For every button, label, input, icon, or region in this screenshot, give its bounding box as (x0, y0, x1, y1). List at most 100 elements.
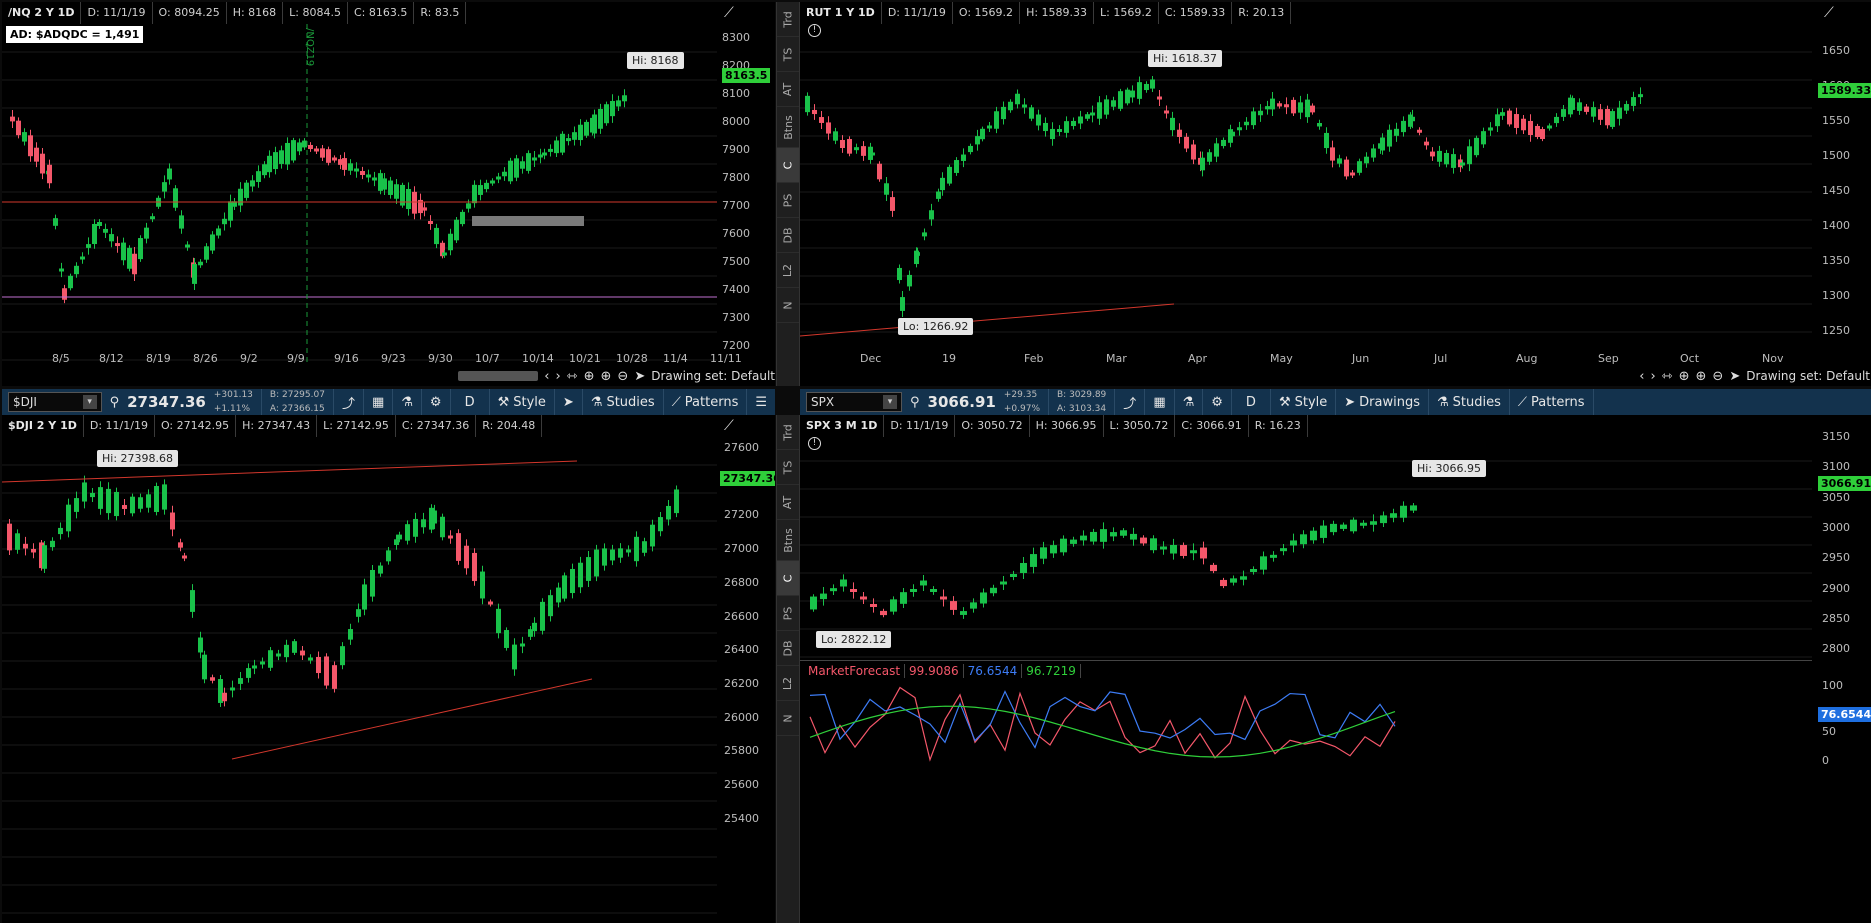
period-button[interactable]: D (451, 389, 490, 415)
tab-db[interactable]: DB (777, 631, 799, 666)
drawings-button[interactable]: ➤ Drawings (1336, 389, 1429, 415)
spx-symbol-input[interactable]: SPX ▾ (806, 392, 902, 412)
candle-body (812, 109, 817, 115)
candle-body (642, 541, 647, 553)
patterns-button[interactable]: ⟋ Patterns (1510, 389, 1594, 415)
candle-body (1097, 102, 1102, 119)
period-button[interactable]: D (1232, 389, 1271, 415)
candle-body (940, 596, 947, 600)
rut-chart-panel[interactable]: RUT 1 Y 1D D: 11/1/19 O: 1569.2 H: 1589.… (800, 2, 1871, 386)
gear-icon[interactable]: ⚙ (422, 389, 451, 415)
tab-n[interactable]: N (777, 288, 799, 323)
nq-chart-style-icon[interactable]: ⟋ (724, 5, 734, 21)
tab-btns[interactable]: Btns (777, 520, 799, 561)
link-icon[interactable]: ⚲ (902, 389, 928, 415)
tab-ts[interactable]: TS (777, 450, 799, 485)
zoom-out-icon[interactable]: ⊖ (617, 369, 628, 384)
rut-price-chart[interactable] (800, 24, 1812, 349)
crosshair-icon[interactable]: ⊕ (584, 369, 595, 384)
nq-scrollbar-thumb[interactable] (458, 371, 539, 381)
tab-l2[interactable]: L2 (777, 666, 799, 701)
nq-drawing-set[interactable]: Drawing set: Default (651, 369, 775, 383)
menu-icon[interactable]: ☰ (747, 389, 775, 415)
nq-side-tabs: Trd TS AT Btns C PS DB L2 N (776, 2, 800, 386)
tab-at[interactable]: AT (777, 485, 799, 520)
link-icon[interactable]: ⚲ (102, 389, 128, 415)
dji-chart-panel[interactable]: $DJI 2 Y 1D D: 11/1/19 O: 27142.95 H: 27… (2, 415, 775, 923)
expand-icon[interactable]: ⇿ (567, 369, 578, 384)
candle-body (47, 164, 52, 184)
dji-symbol-input[interactable]: $DJI ▾ (8, 392, 102, 412)
scroll-left-icon[interactable]: ‹ (1639, 369, 1644, 384)
style-button[interactable]: ⚒ Style (490, 389, 555, 415)
tab-btns[interactable]: Btns (777, 107, 799, 148)
market-forecast-chart[interactable] (800, 681, 1812, 767)
studies-button[interactable]: ⚗ Studies (583, 389, 664, 415)
zoom-out-icon[interactable]: ⊖ (1712, 369, 1723, 384)
candle-body (1528, 120, 1533, 136)
candle-body (1071, 120, 1076, 127)
flask-icon[interactable]: ⚗ (1175, 389, 1204, 415)
scroll-right-icon[interactable]: › (1651, 369, 1656, 384)
tab-n[interactable]: N (777, 701, 799, 736)
candle-body (598, 108, 603, 129)
rut-drawing-set[interactable]: Drawing set: Default (1746, 369, 1870, 383)
share-icon[interactable]: ⤴ (1115, 389, 1146, 415)
gear-icon[interactable]: ⚙ (1203, 389, 1232, 415)
candle-body (1036, 114, 1041, 126)
price-axis-tick: 26600 (724, 609, 759, 623)
candle-body (634, 536, 639, 562)
dji-price-chart[interactable] (2, 437, 717, 923)
scroll-right-icon[interactable]: › (556, 369, 561, 384)
tab-l2[interactable]: L2 (777, 253, 799, 288)
chevron-down-icon[interactable]: ▾ (883, 395, 897, 409)
crosshair-icon[interactable]: ⊕ (1679, 369, 1690, 384)
candle-body (1118, 91, 1123, 109)
tab-c[interactable]: C (777, 561, 799, 596)
flask-icon[interactable]: ⚗ (393, 389, 422, 415)
study-name: MarketForecast (804, 664, 906, 678)
tab-trd[interactable]: Trd (777, 2, 799, 37)
nq-chart-panel[interactable]: /NQ 2 Y 1D D: 11/1/19 O: 8094.25 H: 8168… (2, 2, 775, 386)
studies-button[interactable]: ⚗ Studies (1429, 389, 1510, 415)
spx-change-block: +29.35 +0.97% (996, 389, 1049, 415)
tab-db[interactable]: DB (777, 218, 799, 253)
chevron-down-icon[interactable]: ▾ (82, 395, 97, 409)
tab-at[interactable]: AT (777, 72, 799, 107)
spx-chart-panel[interactable]: SPX 3 M 1D D: 11/1/19 O: 3050.72 H: 3066… (800, 415, 1871, 923)
patterns-button[interactable]: ⟋ Patterns (664, 389, 748, 415)
pointer-icon[interactable]: ➤ (1729, 369, 1740, 384)
scroll-left-icon[interactable]: ‹ (544, 369, 549, 384)
tab-trd[interactable]: Trd (777, 415, 799, 450)
style-button[interactable]: ⚒ Style (1271, 389, 1337, 415)
candle-body (1064, 121, 1069, 133)
share-icon[interactable]: ⤴ (334, 389, 364, 415)
calendar-icon[interactable]: ▦ (1145, 389, 1175, 415)
candle-body (394, 184, 399, 199)
time-axis-tick: Dec (860, 352, 882, 365)
tab-ts[interactable]: TS (777, 37, 799, 72)
price-axis-tick: 26400 (724, 643, 759, 657)
pointer-icon[interactable]: ➤ (634, 369, 645, 384)
candle-body (512, 644, 517, 670)
expand-icon[interactable]: ⇿ (1662, 369, 1673, 384)
zoom-in-icon[interactable]: ⊕ (1696, 369, 1707, 384)
calendar-icon[interactable]: ▦ (364, 389, 394, 415)
candle-body (1015, 93, 1020, 105)
nq-symbol-period: /NQ 2 Y 1D (2, 2, 82, 24)
resistance-line (2, 460, 578, 483)
candle-body (478, 185, 483, 195)
nq-price-chart[interactable] (2, 24, 717, 364)
zoom-in-icon[interactable]: ⊕ (601, 369, 612, 384)
cursor-button[interactable]: ➤ (555, 389, 583, 415)
candle-body (1380, 137, 1385, 151)
tab-ps[interactable]: PS (777, 183, 799, 218)
spx-price-chart[interactable] (800, 433, 1812, 658)
candle-body (15, 533, 20, 550)
candle-body (861, 146, 866, 156)
rut-chart-style-icon[interactable]: ⟋ (1824, 5, 1834, 21)
tab-ps[interactable]: PS (777, 596, 799, 631)
candle-body (122, 505, 127, 509)
dji-chart-style-icon[interactable]: ⟋ (724, 418, 734, 434)
tab-c[interactable]: C (777, 148, 799, 183)
